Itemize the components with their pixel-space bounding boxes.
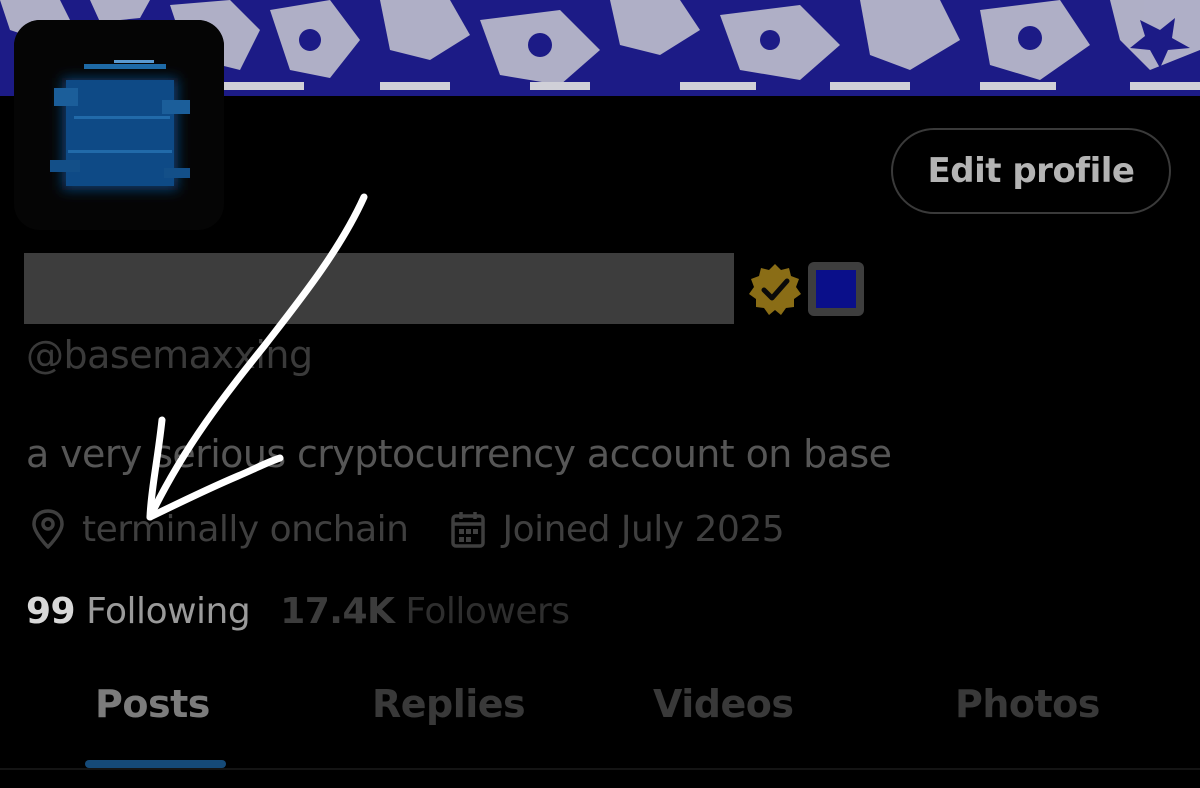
tabs-divider [0, 768, 1200, 770]
followers-count[interactable]: 17.4K [280, 591, 395, 632]
tab-videos[interactable]: Videos [653, 682, 794, 726]
avatar[interactable] [14, 20, 224, 230]
tab-replies[interactable]: Replies [372, 682, 526, 726]
location-item: terminally onchain [30, 508, 409, 550]
location-text: terminally onchain [82, 508, 409, 550]
map-pin-icon [32, 509, 64, 549]
following-count[interactable]: 99 [26, 591, 76, 632]
following-label[interactable]: Following [86, 591, 251, 632]
follow-stats: 99 Following 17.4K Followers [26, 588, 570, 634]
verified-badge-icon [749, 264, 801, 315]
profile-tabs: Posts Replies Videos Photos [0, 660, 1200, 770]
profile-screen: Edit profile @basemaxxing a very serious… [0, 0, 1200, 788]
profile-meta-row: terminally onchain Joined July 2025 [30, 506, 785, 552]
calendar-icon [451, 512, 486, 548]
joined-text: Joined July 2025 [502, 508, 785, 550]
display-name-redaction [24, 253, 734, 324]
affiliate-badge-icon [808, 262, 864, 316]
profile-handle: @basemaxxing [26, 333, 313, 377]
tab-posts[interactable]: Posts [95, 682, 210, 726]
edit-profile-button[interactable]: Edit profile [891, 128, 1171, 214]
active-tab-indicator [85, 760, 226, 768]
joined-item: Joined July 2025 [450, 508, 785, 550]
followers-label[interactable]: Followers [405, 591, 570, 632]
tab-photos[interactable]: Photos [955, 682, 1100, 726]
profile-bio: a very serious cryptocurrency account on… [26, 432, 892, 476]
